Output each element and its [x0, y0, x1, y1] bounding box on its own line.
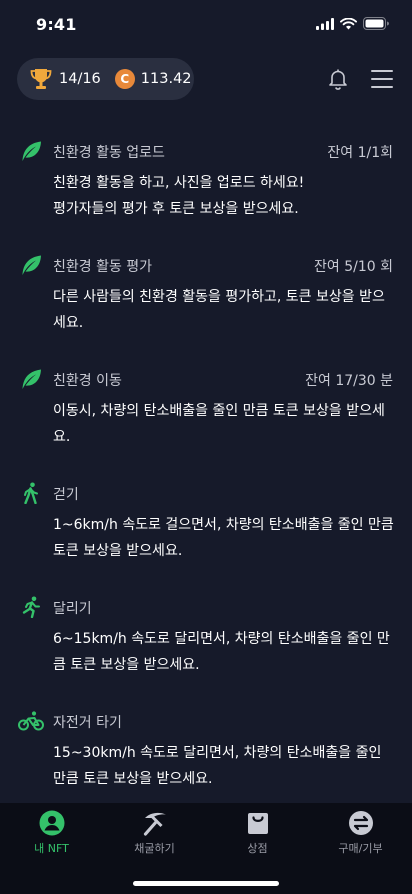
- tab-mining[interactable]: 채굴하기: [103, 803, 206, 863]
- trophy-count: 14/16: [59, 71, 101, 87]
- reward-summary-pill[interactable]: 14/16 C 113.42: [17, 58, 194, 100]
- pickaxe-icon: [143, 812, 166, 836]
- header: 14/16 C 113.42: [0, 58, 412, 102]
- activity-title: 친환경 활동 평가: [53, 259, 153, 275]
- status-bar: 9:41: [0, 0, 412, 48]
- activity-remaining: 잔여 1/1회: [327, 145, 393, 161]
- tab-my-nft[interactable]: 내 NFT: [0, 803, 103, 863]
- tab-label: 구매/기부: [338, 842, 383, 855]
- status-icons: [316, 17, 390, 30]
- activity-title: 친환경 활동 업로드: [53, 145, 165, 161]
- leaf-icon: [22, 369, 41, 389]
- activity-description: 이동시, 차량의 탄소배출을 줄인 만큼 토큰 보상을 받으세 요.: [53, 403, 385, 445]
- tab-label: 내 NFT: [34, 842, 69, 855]
- cellular-signal-icon: [316, 17, 334, 30]
- activity-description: 다른 사람들의 친환경 활동을 평가하고, 토큰 보상을 받으 세요.: [53, 289, 385, 331]
- leaf-icon: [22, 255, 41, 275]
- activity-remaining: 잔여 17/30 분: [305, 373, 393, 389]
- user-icon: [39, 810, 64, 836]
- status-time: 9:41: [36, 15, 77, 34]
- activity-title: 자전거 타기: [53, 715, 122, 731]
- activity-item-bicycle[interactable]: 자전거 타기 15~30km/h 속도로 달리면서, 차량의 탄소배출을 줄인 …: [0, 696, 412, 810]
- leaf-icon: [22, 141, 41, 161]
- home-indicator: [133, 881, 279, 886]
- activity-description: 1~6km/h 속도로 걸으면서, 차량의 탄소배출을 줄인 만큼 토큰 보상을…: [53, 517, 394, 559]
- activity-title: 친환경 이동: [53, 373, 122, 389]
- hamburger-menu-icon[interactable]: [371, 69, 393, 89]
- activity-item-running[interactable]: 달리기 6~15km/h 속도로 달리면서, 차량의 탄소배출을 줄인 만 큼 …: [0, 582, 412, 696]
- walking-icon: [24, 482, 38, 504]
- activity-list: 친환경 활동 업로드 잔여 1/1회 친환경 활동을 하고, 사진을 업로드 하…: [0, 126, 412, 810]
- bicycle-icon: [18, 711, 44, 731]
- activity-item-walking[interactable]: 걷기 1~6km/h 속도로 걸으면서, 차량의 탄소배출을 줄인 만큼 토큰 …: [0, 468, 412, 582]
- tab-label: 상점: [247, 842, 268, 855]
- activity-description: 6~15km/h 속도로 달리면서, 차량의 탄소배출을 줄인 만 큼 토큰 보…: [53, 631, 390, 673]
- tab-store[interactable]: 상점: [206, 803, 309, 863]
- activity-description: 15~30km/h 속도로 달리면서, 차량의 탄소배출을 줄인 만큼 토큰 보…: [53, 745, 382, 787]
- exchange-icon: [348, 811, 373, 835]
- trophy-icon: [30, 69, 52, 89]
- activity-remaining: 잔여 5/10 회: [314, 259, 393, 275]
- wifi-icon: [340, 17, 357, 29]
- coin-balance: 113.42: [140, 71, 192, 87]
- activity-title: 달리기: [53, 601, 92, 617]
- bell-icon[interactable]: [326, 67, 350, 91]
- tab-purchase-donate[interactable]: 구매/기부: [309, 803, 412, 863]
- activity-item-eco-move[interactable]: 친환경 이동 잔여 17/30 분 이동시, 차량의 탄소배출을 줄인 만큼 토…: [0, 354, 412, 468]
- running-icon: [22, 596, 40, 618]
- battery-icon: [363, 17, 389, 30]
- activity-title: 걷기: [53, 487, 79, 503]
- activity-item-evaluate[interactable]: 친환경 활동 평가 잔여 5/10 회 다른 사람들의 친환경 활동을 평가하고…: [0, 240, 412, 354]
- shopping-bag-icon: [247, 813, 268, 834]
- tab-label: 채굴하기: [134, 842, 175, 855]
- activity-item-upload[interactable]: 친환경 활동 업로드 잔여 1/1회 친환경 활동을 하고, 사진을 업로드 하…: [0, 126, 412, 240]
- activity-description: 친환경 활동을 하고, 사진을 업로드 하세요! 평가자들의 평가 후 토큰 보…: [53, 175, 305, 217]
- coin-icon: C: [114, 69, 135, 89]
